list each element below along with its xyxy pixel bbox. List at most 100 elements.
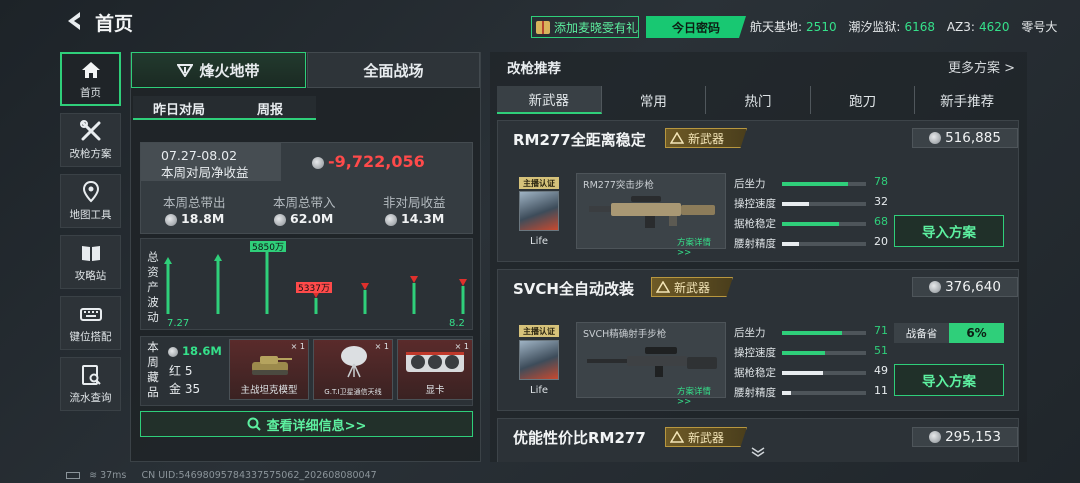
import-plan-button[interactable]: 导入方案 [894, 215, 1004, 247]
code-value: 6168 [904, 20, 936, 34]
tab-runner[interactable]: 跑刀 [811, 86, 916, 114]
coin-icon [929, 281, 942, 293]
stat-value-text: 18.8M [181, 211, 225, 226]
tank-model-icon [252, 356, 292, 375]
asset-chart-plot: 5850万 5337万 [164, 241, 467, 314]
price-text: 295,153 [945, 429, 1001, 445]
search-doc-icon [81, 365, 101, 385]
home-icon [81, 62, 100, 78]
inventory-item[interactable]: × 1 显卡 [397, 339, 473, 400]
prep-saving: 战备省 6% [894, 323, 1004, 343]
attribute-label: 腰射精度 [734, 387, 776, 399]
streamer-name: Life [530, 236, 549, 247]
graphics-card-icon [406, 352, 464, 372]
recommend-tabs: 新武器 常用 热门 跑刀 新手推荐 [497, 86, 1019, 114]
chart-bar [363, 290, 367, 314]
page-title: 首页 [95, 13, 134, 35]
satellite-dish-icon [341, 346, 367, 378]
more-plans-link[interactable]: 更多方案 > [948, 57, 1015, 76]
chart-bar [166, 264, 170, 314]
attribute-bar-track [782, 351, 866, 355]
attribute-label: 后坐力 [734, 178, 766, 190]
attribute-bar-track [782, 182, 866, 186]
view-details-button[interactable]: 查看详细信息>> [140, 411, 473, 437]
code-name: 零号大 [1021, 20, 1058, 34]
sidebar-item-home[interactable]: 首页 [60, 52, 121, 106]
back-arrow-icon[interactable] [64, 10, 84, 32]
item-qty: × 1 [290, 342, 305, 351]
plan-price: 516,885 [912, 128, 1018, 148]
coin-icon [312, 156, 324, 169]
week-net-label: 本周对局净收益 [161, 165, 249, 180]
daily-password-button[interactable]: 今日密码 [646, 16, 746, 38]
inventory-total: 18.6M [168, 344, 222, 358]
attribute-bar-track [782, 242, 866, 246]
tab-common[interactable]: 常用 [602, 86, 707, 114]
chart-down-marker [361, 283, 369, 290]
tab-hot[interactable]: 热门 [706, 86, 811, 114]
item-name: 主战坦克模型 [240, 385, 298, 396]
attribute-bar-fill [782, 371, 824, 375]
tab-beginner[interactable]: 新手推荐 [915, 86, 1019, 114]
avatar[interactable] [519, 191, 559, 231]
avatar[interactable] [519, 340, 559, 380]
tab-new-weapon[interactable]: 新武器 [497, 86, 602, 114]
attribute-bar-fill [782, 182, 848, 186]
inventory-total-text: 18.6M [182, 344, 222, 358]
sidebar-item-gun-plans[interactable]: 改枪方案 [60, 113, 121, 167]
warning-triangle-icon [670, 431, 684, 443]
attribute-label: 操控速度 [734, 198, 776, 210]
plan-price: 295,153 [912, 427, 1018, 447]
inventory-item[interactable]: × 1 主战坦克模型 [229, 339, 309, 400]
prep-label: 战备省 [894, 323, 949, 343]
import-plan-button[interactable]: 导入方案 [894, 364, 1004, 396]
attribute-bar-track [782, 391, 866, 395]
chart-up-marker [214, 254, 222, 261]
sidebar-item-guides[interactable]: 攻略站 [60, 235, 121, 289]
sidebar-item-label: 流水查询 [69, 392, 112, 404]
coin-icon [385, 213, 397, 226]
attribute-value: 68 [874, 215, 888, 228]
inventory-gold: 金 35 [169, 382, 201, 396]
plan-title: SVCH全自动改装 [513, 280, 634, 298]
status-bar: ≋ 37ms CN UID:5469809578433757506​2_2026… [66, 470, 377, 481]
sidebar-item-flow-query[interactable]: 流水查询 [60, 357, 121, 411]
chart-bar [412, 283, 416, 314]
badge-label: 新武器 [688, 430, 725, 445]
inventory-item[interactable]: × 1 G.T.I卫星通信天线 [313, 339, 393, 400]
search-icon [247, 417, 261, 431]
subtab-weekly[interactable]: 周报 [230, 96, 310, 120]
tab-beacon-zone[interactable]: 烽火地带 [131, 52, 306, 88]
map-pin-icon [82, 180, 99, 203]
chevron-down-icon[interactable] [750, 446, 766, 458]
gun-preview[interactable]: RM277突击步枪 方案详情>> [576, 173, 726, 258]
warning-triangle-icon [656, 281, 670, 293]
attribute-value: 20 [874, 235, 888, 248]
map-codes: 航天基地: 2510 潮汐监狱: 6168 AZ3: 4620 零号大 [750, 18, 1057, 35]
sniper-rifle-image [587, 347, 717, 377]
inventory-label: 本周藏品 [147, 340, 159, 399]
plan-detail-link: 方案详情>> [677, 387, 712, 407]
attribute-label: 据枪稳定 [734, 218, 776, 230]
gun-name: RM277突击步枪 [583, 180, 654, 191]
attribute-bar-track [782, 331, 866, 335]
price-text: 376,640 [945, 279, 1001, 295]
chart-down-marker [410, 276, 418, 283]
attribute-bar-track [782, 222, 866, 226]
chart-x-end: 8.2 [449, 318, 465, 329]
attribute-value: 11 [874, 384, 888, 397]
tab-full-battlefield[interactable]: 全面战场 [307, 52, 480, 88]
sidebar-item-map-tools[interactable]: 地图工具 [60, 174, 121, 228]
coin-icon [929, 431, 942, 443]
week-net-value: -9,722,056 [312, 152, 425, 171]
gift-icon [536, 20, 550, 34]
chart-down-marker [459, 279, 467, 286]
rifle-image [589, 196, 715, 228]
code-value: 2510 [806, 20, 837, 34]
stat-value-text: 62.0M [290, 211, 334, 226]
subtab-yesterday[interactable]: 昨日对局 [140, 96, 218, 120]
add-friend-gift-button[interactable]: 添加麦晓雯有礼 [531, 16, 639, 38]
sidebar-item-keybinds[interactable]: 键位搭配 [60, 296, 121, 350]
gun-preview[interactable]: SVCH精确射手步枪 方案详情>> [576, 322, 726, 407]
attribute-bar-fill [782, 202, 809, 206]
